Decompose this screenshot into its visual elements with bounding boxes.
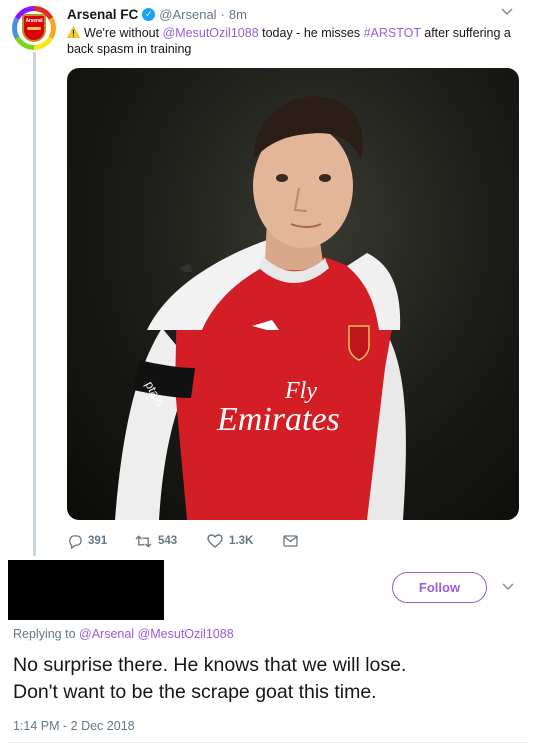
- thread-connector-line: [33, 52, 36, 556]
- reply-menu-chevron-down-icon[interactable]: [502, 583, 514, 591]
- separator-dot: ·: [220, 6, 225, 22]
- follow-button[interactable]: Follow: [392, 572, 487, 603]
- heart-icon: [207, 534, 223, 548]
- tweet-text: We're without @MesutOzil1088 today - he …: [67, 26, 511, 56]
- retweet-icon: [135, 534, 152, 548]
- direct-message-button[interactable]: [283, 535, 298, 547]
- retweet-button[interactable]: 543: [135, 534, 207, 548]
- hashtag-link[interactable]: #ARSTOT: [364, 26, 421, 40]
- tweet-photo[interactable]: ptain Fly Emirates: [67, 68, 519, 520]
- verified-badge-icon: ✓: [142, 7, 156, 21]
- replying-to-ozil-link[interactable]: @MesutOzil1088: [138, 627, 234, 641]
- retweet-count: 543: [158, 535, 178, 547]
- tweet-time[interactable]: 8m: [229, 7, 247, 22]
- reply-text: No surprise there. He knows that we will…: [13, 654, 407, 703]
- like-count: 1.3K: [229, 535, 254, 547]
- redacted-user-info: [8, 560, 164, 620]
- user-handle[interactable]: @Arsenal: [159, 7, 216, 22]
- reply-timestamp[interactable]: 1:14 PM - 2 Dec 2018: [13, 719, 135, 733]
- replying-to-arsenal-link[interactable]: @Arsenal: [79, 627, 134, 641]
- tweet-header: Arsenal FC ✓ @Arsenal · 8m: [67, 5, 247, 23]
- jersey-crest-icon: [348, 325, 370, 361]
- mention-link[interactable]: @MesutOzil1088: [163, 26, 259, 40]
- envelope-icon: [283, 535, 298, 547]
- tweet-menu-chevron-down-icon[interactable]: [501, 8, 513, 16]
- reply-icon: [69, 534, 82, 549]
- reply-count: 391: [88, 535, 108, 547]
- sponsor-emirates: Emirates: [216, 401, 340, 438]
- replying-to-line: Replying to @Arsenal @MesutOzil1088: [13, 627, 234, 641]
- original-tweet: Arsenal Arsenal FC ✓ @Arsenal · 8m We're…: [0, 0, 537, 560]
- tweet-actions: 391 543 1.3K: [67, 532, 298, 550]
- warning-icon: [67, 26, 80, 38]
- like-button[interactable]: 1.3K: [207, 534, 283, 548]
- reply-button[interactable]: 391: [67, 534, 135, 549]
- arsenal-avatar[interactable]: Arsenal: [12, 6, 56, 50]
- arsenal-crest-icon: Arsenal: [22, 14, 46, 42]
- divider: [8, 742, 529, 743]
- display-name[interactable]: Arsenal FC: [67, 7, 138, 22]
